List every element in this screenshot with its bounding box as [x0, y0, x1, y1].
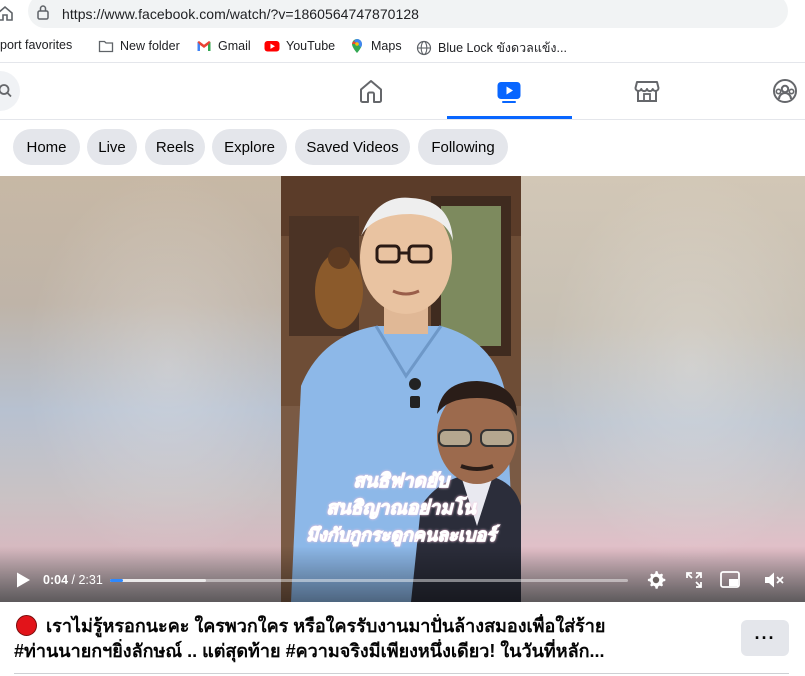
- tab-live[interactable]: Live: [87, 129, 137, 165]
- bookmark-label: YouTube: [286, 39, 336, 53]
- bookmarks-bar: port favorites New folder Gmail YouTube …: [0, 30, 805, 63]
- bookmark-label: New folder: [120, 39, 180, 53]
- watch-icon[interactable]: [495, 77, 523, 105]
- video-time: 0:04 / 2:31: [43, 573, 103, 587]
- video-buffered-bar: [110, 579, 206, 582]
- bookmark-gmail[interactable]: Gmail: [196, 38, 251, 54]
- tab-following[interactable]: Following: [418, 129, 508, 165]
- tab-reels[interactable]: Reels: [145, 129, 205, 165]
- marketplace-icon[interactable]: [633, 77, 661, 105]
- video-post-header: เราไม่รู้หรอกนะคะ ใครพวกใคร หรือใครรับงา…: [0, 602, 805, 676]
- bookmark-blue-lock[interactable]: Blue Lock ขังดวลแข้ง...: [416, 38, 567, 58]
- fullscreen-icon[interactable]: [683, 569, 705, 591]
- address-bar-row: https://www.facebook.com/watch/?v=186056…: [0, 0, 805, 30]
- bookmark-new-folder[interactable]: New folder: [98, 38, 180, 54]
- active-tab-indicator: [447, 116, 572, 119]
- tab-home[interactable]: Home: [13, 129, 80, 165]
- divider: [14, 673, 789, 674]
- facebook-top-nav: [0, 63, 805, 120]
- globe-icon: [416, 40, 432, 56]
- bookmark-youtube[interactable]: YouTube: [264, 38, 335, 54]
- search-icon: [0, 84, 12, 98]
- time-current: 0:04: [43, 573, 69, 587]
- maps-icon: [352, 39, 362, 53]
- video-player[interactable]: สนธิฟาดยับ สนธิญาณอย่ามโน มึงกับกูกระดูก…: [0, 176, 805, 602]
- video-title-line: #ท่านนายกฯยิ่งลักษณ์ .. แต่สุดท้าย #ความ…: [14, 641, 605, 661]
- tab-explore[interactable]: Explore: [212, 129, 287, 165]
- video-title-line: เราไม่รู้หรอกนะคะ ใครพวกใคร หรือใครรับงา…: [46, 616, 606, 636]
- search-button[interactable]: [0, 71, 20, 111]
- time-total: 2:31: [78, 573, 103, 587]
- bookmark-label: Maps: [371, 39, 402, 53]
- video-subtitle-line: มึงกับกูกระดูกคนละเบอร์: [306, 525, 497, 547]
- video-blur-backdrop-left: [0, 176, 281, 602]
- video-progress-track[interactable]: [110, 579, 628, 582]
- profile-icon[interactable]: [771, 77, 799, 105]
- youtube-icon: [264, 41, 280, 52]
- home-icon[interactable]: [357, 77, 385, 105]
- video-progress-fill: [110, 579, 124, 582]
- site-info-icon[interactable]: [36, 4, 50, 20]
- picture-in-picture-icon[interactable]: [719, 569, 741, 591]
- video-subtitle-line: สนธิฟาดยับ: [353, 470, 450, 493]
- bookmark-favorites[interactable]: port favorites: [0, 38, 72, 52]
- video-subtitle-line: สนธิญาณอย่ามโน: [326, 497, 477, 520]
- more-options-button[interactable]: ···: [741, 620, 789, 656]
- play-icon[interactable]: [14, 571, 32, 589]
- bookmark-label: Gmail: [218, 39, 251, 53]
- url-text[interactable]: https://www.facebook.com/watch/?v=186056…: [62, 6, 419, 22]
- video-frame: สนธิฟาดยับ สนธิญาณอย่ามโน มึงกับกูกระดูก…: [281, 176, 521, 602]
- settings-gear-icon[interactable]: [645, 569, 667, 591]
- tab-saved-videos[interactable]: Saved Videos: [295, 129, 410, 165]
- bookmark-maps[interactable]: Maps: [349, 38, 402, 54]
- bookmark-label: port favorites: [0, 38, 73, 52]
- volume-muted-icon[interactable]: [763, 569, 785, 591]
- time-separator: /: [68, 573, 79, 587]
- folder-icon: [98, 40, 114, 53]
- home-icon[interactable]: [0, 4, 14, 22]
- video-blur-backdrop-right: [521, 176, 805, 602]
- watch-tabs: Home Live Reels Explore Saved Videos Fol…: [0, 120, 805, 176]
- gmail-icon: [197, 41, 211, 51]
- video-title[interactable]: เราไม่รู้หรอกนะคะ ใครพวกใคร หรือใครรับงา…: [14, 614, 714, 664]
- bookmark-label: Blue Lock ขังดวลแข้ง...: [438, 41, 567, 55]
